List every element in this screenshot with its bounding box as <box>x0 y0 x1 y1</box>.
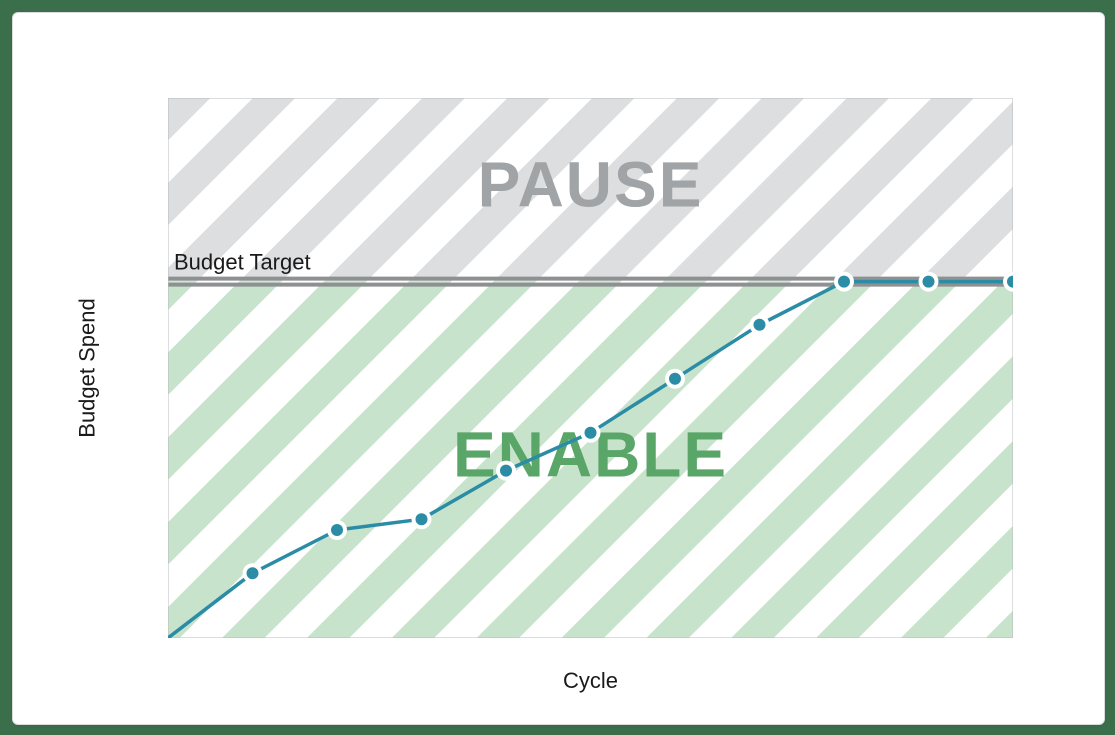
chart-svg: PAUSEENABLEBudget Target <box>168 98 1013 638</box>
chart-plot: PAUSEENABLEBudget Target <box>168 98 1013 638</box>
chart-card: Budget Spend PAUSEENABLEBudget Target Cy… <box>12 12 1105 725</box>
series-point <box>331 524 343 536</box>
series-point <box>416 513 428 525</box>
series-point <box>247 567 259 579</box>
y-axis-label-holder: Budget Spend <box>73 98 103 638</box>
budget-target-label: Budget Target <box>174 250 311 275</box>
y-axis-label: Budget Spend <box>75 298 101 437</box>
series-point <box>669 373 681 385</box>
x-axis-label: Cycle <box>168 668 1013 694</box>
series-point <box>838 276 850 288</box>
series-point <box>500 465 512 477</box>
series-point <box>585 427 597 439</box>
region-label-pause: PAUSE <box>478 149 704 221</box>
series-point <box>754 319 766 331</box>
series-point <box>923 276 935 288</box>
